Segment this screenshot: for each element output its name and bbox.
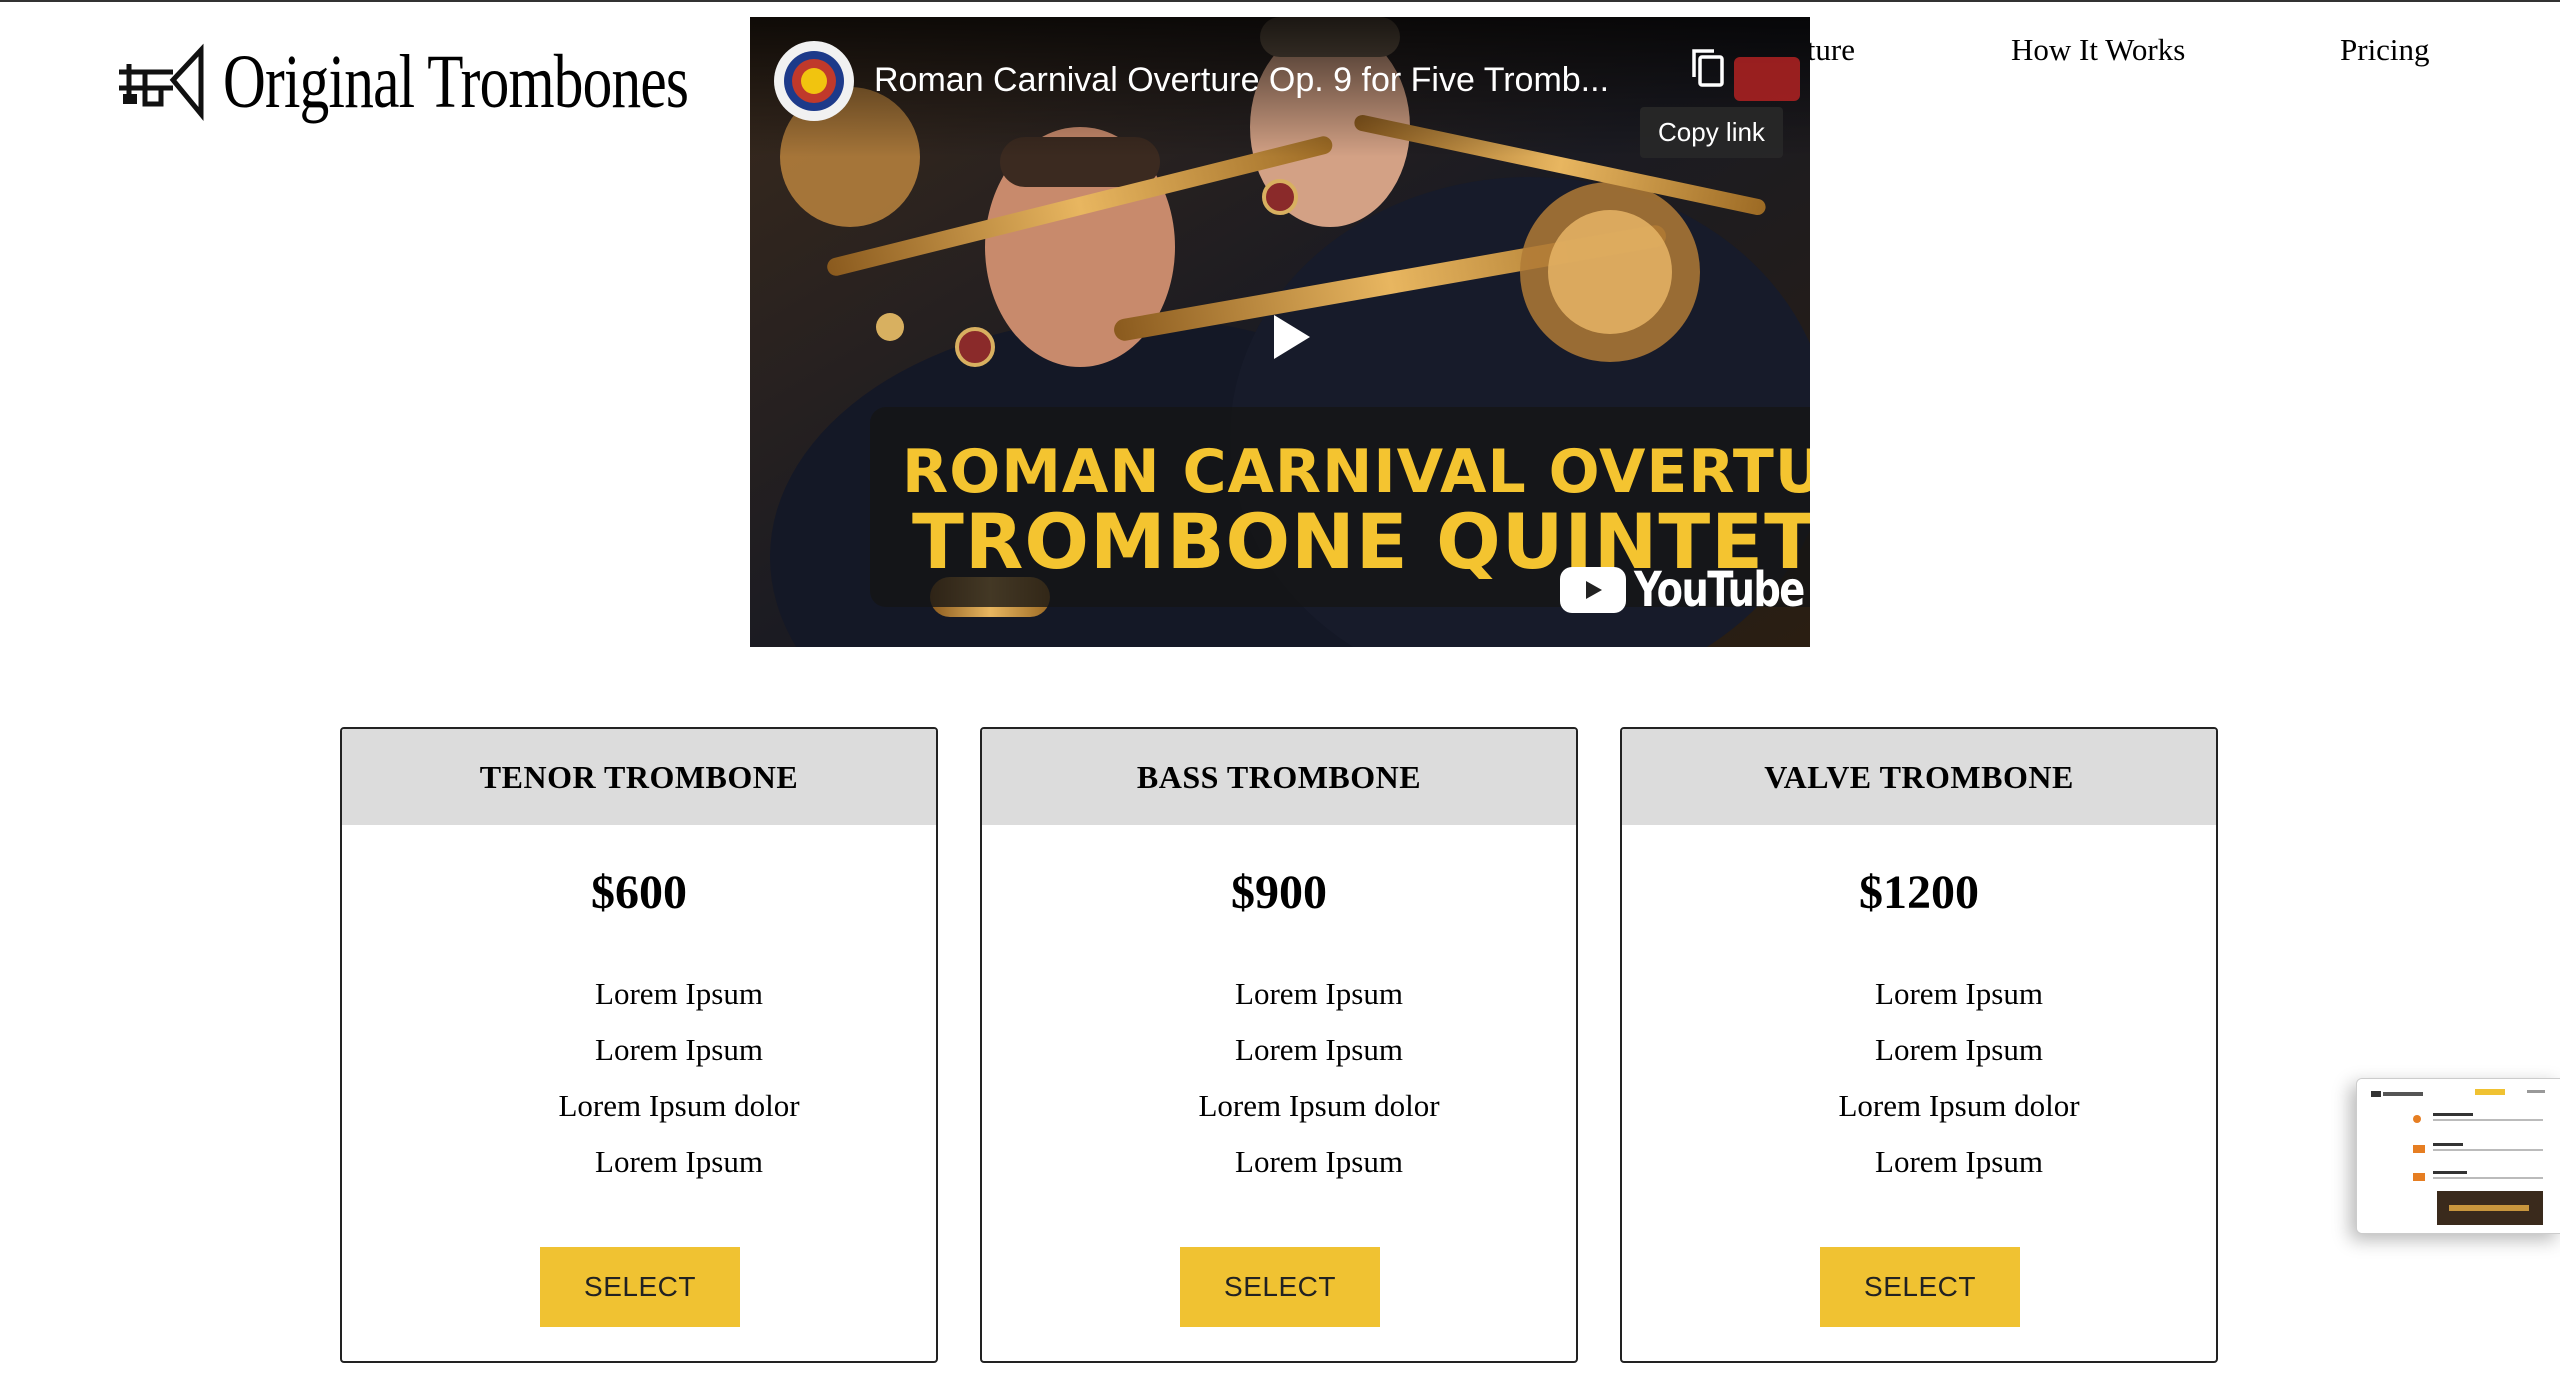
list-item: Lorem Ipsum: [1875, 1144, 2043, 1179]
select-button-valve[interactable]: SELECT: [1820, 1247, 2020, 1327]
list-item: Lorem Ipsum: [595, 976, 763, 1011]
list-item: Lorem Ipsum dolor: [558, 1088, 800, 1123]
list-item: Lorem Ipsum dolor: [1838, 1088, 2080, 1123]
pricing-card-tenor: TENOR TROMBONE $600 Lorem Ipsum Lorem Ip…: [340, 727, 938, 1363]
video-title[interactable]: Roman Carnival Overture Op. 9 for Five T…: [874, 61, 1654, 100]
play-icon[interactable]: [1260, 307, 1320, 367]
card-title: BASS TROMBONE: [982, 729, 1576, 825]
feature-list: Lorem Ipsum Lorem Ipsum Lorem Ipsum dolo…: [382, 966, 936, 1190]
list-item: Lorem Ipsum: [1235, 1032, 1403, 1067]
card-price: $1200: [1859, 866, 1979, 919]
list-item: Lorem Ipsum: [1235, 1144, 1403, 1179]
youtube-logo-icon[interactable]: YouTube: [1560, 562, 1810, 618]
screenshot-thumbnail[interactable]: [2356, 1078, 2560, 1234]
nav-pricing[interactable]: Pricing: [2340, 32, 2430, 68]
list-item: Lorem Ipsum: [1235, 976, 1403, 1011]
youtube-wordmark: YouTube: [1634, 562, 1805, 618]
card-price: $600: [591, 866, 687, 919]
list-item: Lorem Ipsum: [1875, 976, 2043, 1011]
select-button-bass[interactable]: SELECT: [1180, 1247, 1380, 1327]
share-preview: [1734, 57, 1800, 101]
channel-avatar-icon[interactable]: [774, 41, 854, 121]
feature-list: Lorem Ipsum Lorem Ipsum Lorem Ipsum dolo…: [1022, 966, 1576, 1190]
list-item: Lorem Ipsum: [595, 1032, 763, 1067]
pricing-card-bass: BASS TROMBONE $900 Lorem Ipsum Lorem Ips…: [980, 727, 1578, 1363]
nav-how-it-works[interactable]: How It Works: [2011, 32, 2185, 68]
copy-link-tooltip: Copy link: [1640, 107, 1783, 158]
card-price: $900: [1231, 866, 1327, 919]
copy-icon[interactable]: [1688, 47, 1732, 91]
thumbnail-preview: [2357, 1079, 2560, 1233]
feature-list: Lorem Ipsum Lorem Ipsum Lorem Ipsum dolo…: [1662, 966, 2216, 1190]
list-item: Lorem Ipsum dolor: [1198, 1088, 1440, 1123]
select-button-tenor[interactable]: SELECT: [540, 1247, 740, 1327]
page: Original Trombones Feature How It Works …: [0, 0, 2560, 1380]
card-title: VALVE TROMBONE: [1622, 729, 2216, 825]
list-item: Lorem Ipsum: [595, 1144, 763, 1179]
youtube-play-icon: [1560, 567, 1626, 613]
video-embed[interactable]: Roman Carnival Overture Op. 9 for Five T…: [750, 17, 1810, 647]
pricing-card-valve: VALVE TROMBONE $1200 Lorem Ipsum Lorem I…: [1620, 727, 2218, 1363]
card-title: TENOR TROMBONE: [342, 729, 936, 825]
list-item: Lorem Ipsum: [1875, 1032, 2043, 1067]
